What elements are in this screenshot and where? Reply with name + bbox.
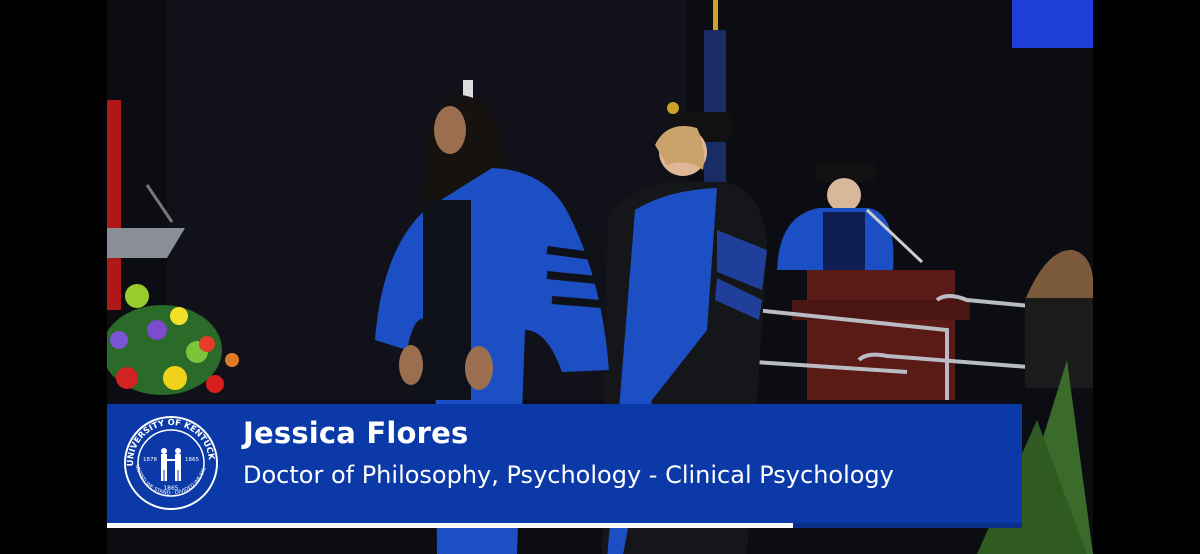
seal-year-left: 1878: [143, 457, 157, 463]
seal-year-center: 1865: [163, 485, 178, 492]
video-frame: UNIVERSITY OF KENTUCKY UNITED WE STAND ·…: [0, 0, 1200, 554]
graduate-name: Jessica Flores: [243, 416, 469, 450]
stage-screen: [1012, 0, 1093, 48]
progress-bar: [107, 523, 1022, 528]
degree-title: Doctor of Philosophy, Psychology - Clini…: [243, 461, 894, 489]
progress-bar-fill: [107, 523, 794, 528]
podium-right: [807, 270, 955, 400]
seal-year-right: 1865: [185, 457, 199, 463]
flag: [107, 100, 121, 310]
university-seal-icon: UNIVERSITY OF KENTUCKY UNITED WE STAND ·…: [123, 415, 218, 510]
